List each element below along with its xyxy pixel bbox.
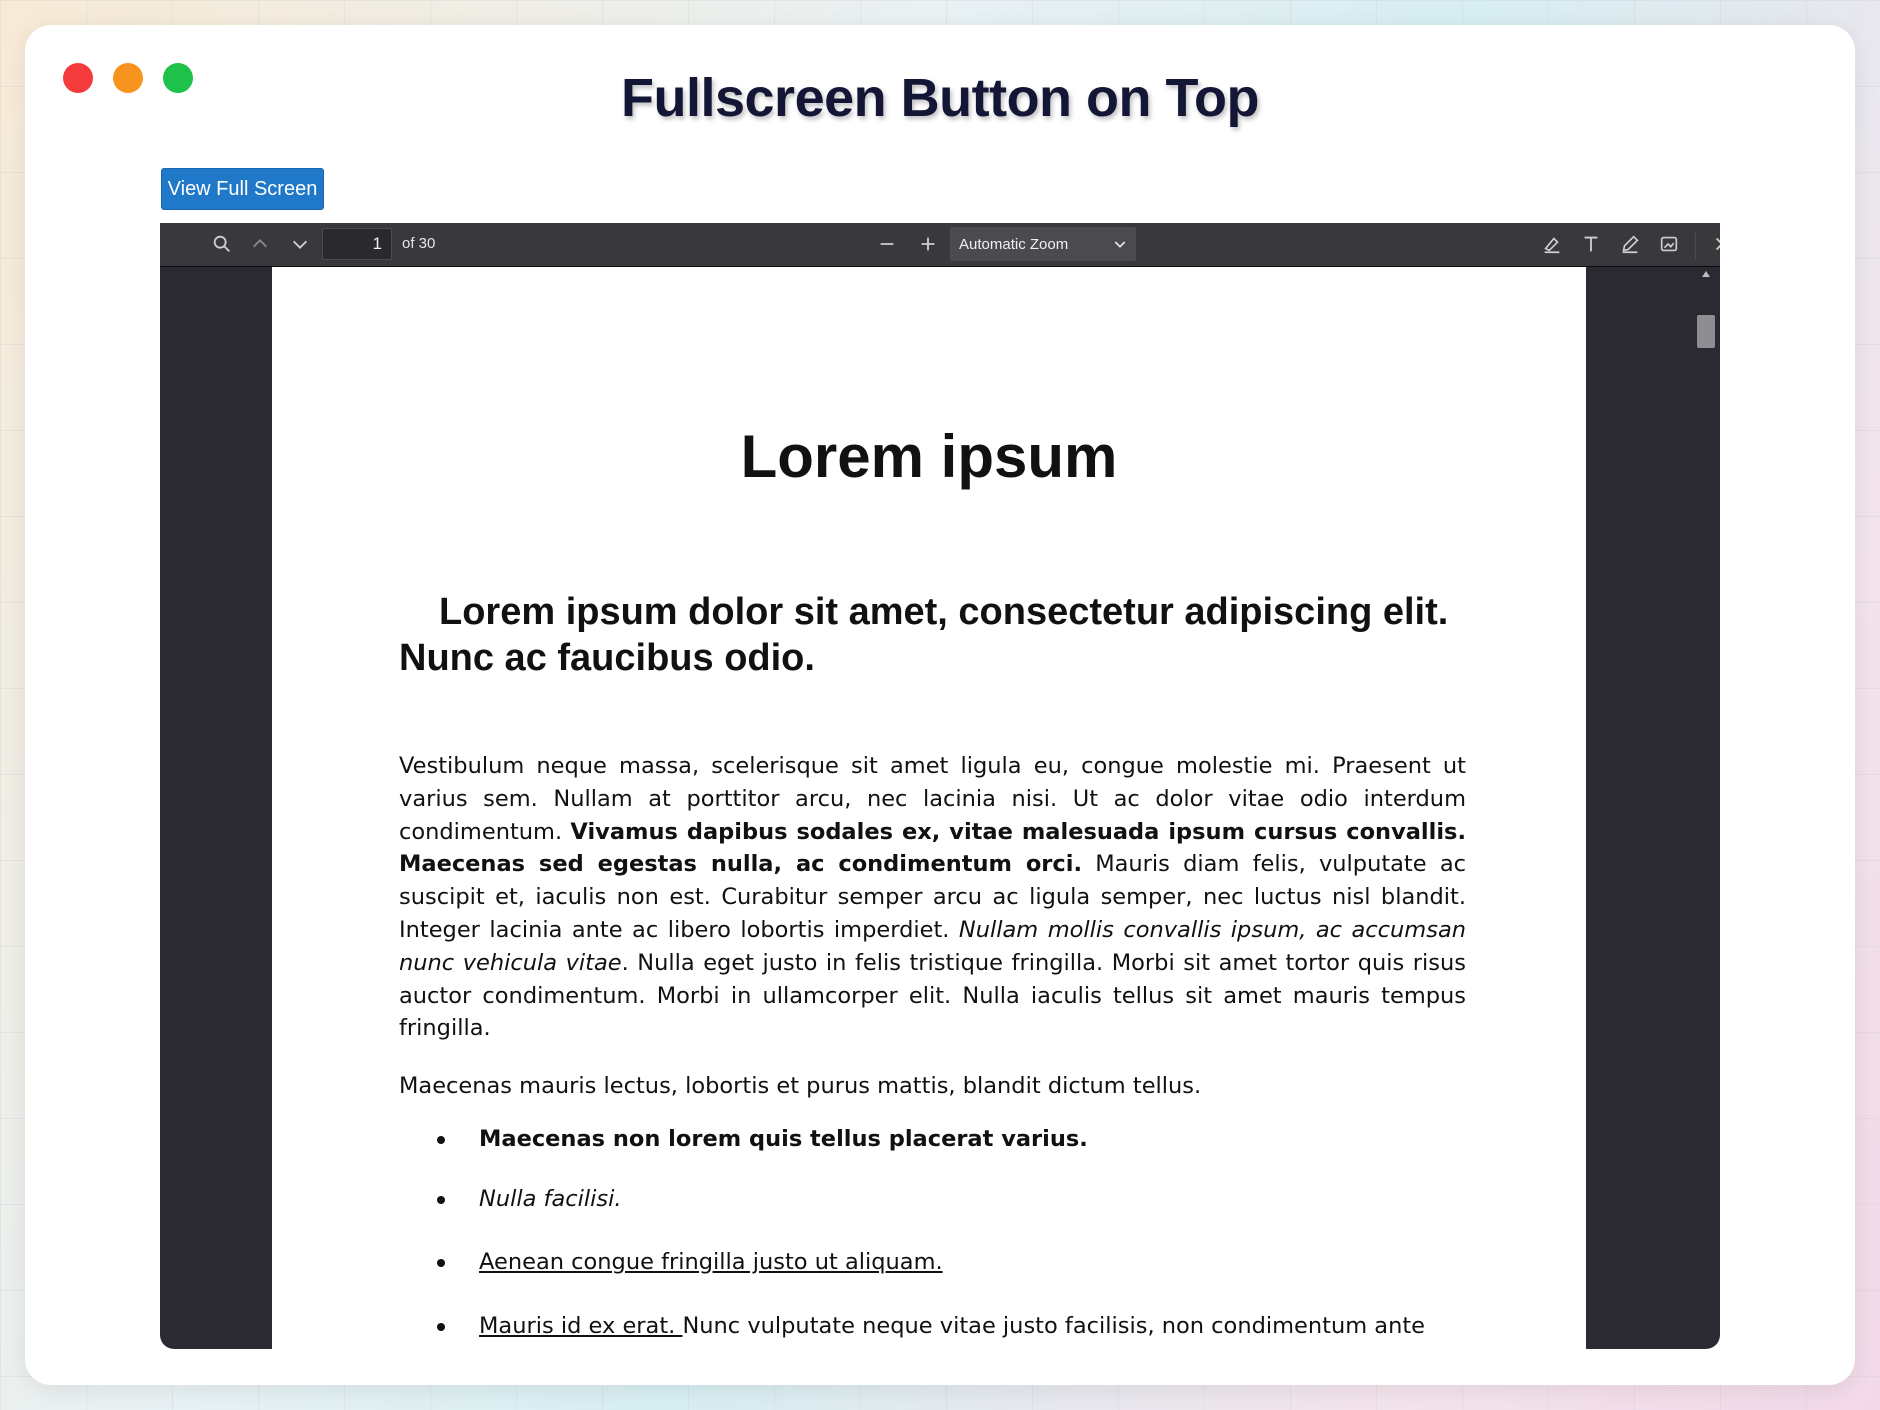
bullet-icon bbox=[437, 1136, 445, 1144]
list-item-link[interactable]: Mauris id ex erat. bbox=[479, 1313, 682, 1339]
chevron-down-icon bbox=[1114, 241, 1126, 248]
chevron-down-icon[interactable] bbox=[288, 232, 312, 256]
pdf-page: Lorem ipsum Lorem ipsum dolor sit amet, … bbox=[272, 267, 1586, 1349]
list-item-text: Nunc vulputate neque vitae justo facilis… bbox=[682, 1313, 1425, 1339]
image-icon[interactable] bbox=[1657, 232, 1681, 256]
view-full-screen-button[interactable]: View Full Screen bbox=[161, 168, 324, 210]
list-item: Aenean congue fringilla justo ut aliquam… bbox=[437, 1246, 1467, 1278]
list-item-text: Maecenas non lorem quis tellus placerat … bbox=[479, 1126, 1088, 1152]
double-chevron-right-icon[interactable] bbox=[1711, 232, 1720, 256]
zoom-select[interactable]: Automatic Zoom bbox=[950, 227, 1136, 261]
document-heading: Lorem ipsum dolor sit amet, consectetur … bbox=[399, 591, 1449, 679]
highlighter-icon[interactable] bbox=[1540, 232, 1564, 256]
bullet-icon bbox=[437, 1323, 445, 1331]
page-count-label: of 30 bbox=[402, 235, 436, 252]
list-item: Nulla facilisi. bbox=[437, 1183, 1467, 1215]
app-window: Fullscreen Button on Top View Full Scree… bbox=[25, 25, 1855, 1385]
document-title: Lorem ipsum bbox=[740, 423, 1118, 490]
bullet-icon bbox=[437, 1259, 445, 1267]
zoom-select-value: Automatic Zoom bbox=[959, 236, 1069, 253]
pen-icon[interactable] bbox=[1618, 232, 1642, 256]
plus-icon[interactable] bbox=[916, 232, 940, 256]
minus-icon[interactable] bbox=[875, 232, 899, 256]
bullet-icon bbox=[437, 1196, 445, 1204]
document-paragraph: Vestibulum neque massa, scelerisque sit … bbox=[399, 750, 1466, 1045]
scrollbar-thumb[interactable] bbox=[1697, 315, 1715, 348]
page-number-input[interactable] bbox=[322, 228, 392, 260]
toolbar-separator bbox=[1695, 231, 1696, 259]
page-title: Fullscreen Button on Top bbox=[621, 68, 1259, 128]
search-icon[interactable] bbox=[210, 232, 234, 256]
text-icon[interactable] bbox=[1579, 232, 1603, 256]
pdf-toolbar: of 30 Automatic Zoom bbox=[160, 223, 1720, 267]
pdf-viewer: of 30 Automatic Zoom bbox=[160, 223, 1720, 1349]
list-item: Mauris id ex erat. Nunc vulputate neque … bbox=[437, 1310, 1467, 1342]
scrollbar-up-arrow[interactable] bbox=[1702, 271, 1710, 277]
chevron-up-icon[interactable] bbox=[248, 232, 272, 256]
list-item: Maecenas non lorem quis tellus placerat … bbox=[437, 1123, 1467, 1155]
list-item-text: Nulla facilisi. bbox=[479, 1186, 622, 1212]
list-item-link[interactable]: Aenean congue fringilla justo ut aliquam… bbox=[479, 1249, 943, 1275]
document-paragraph: Maecenas mauris lectus, lobortis et puru… bbox=[399, 1073, 1202, 1099]
